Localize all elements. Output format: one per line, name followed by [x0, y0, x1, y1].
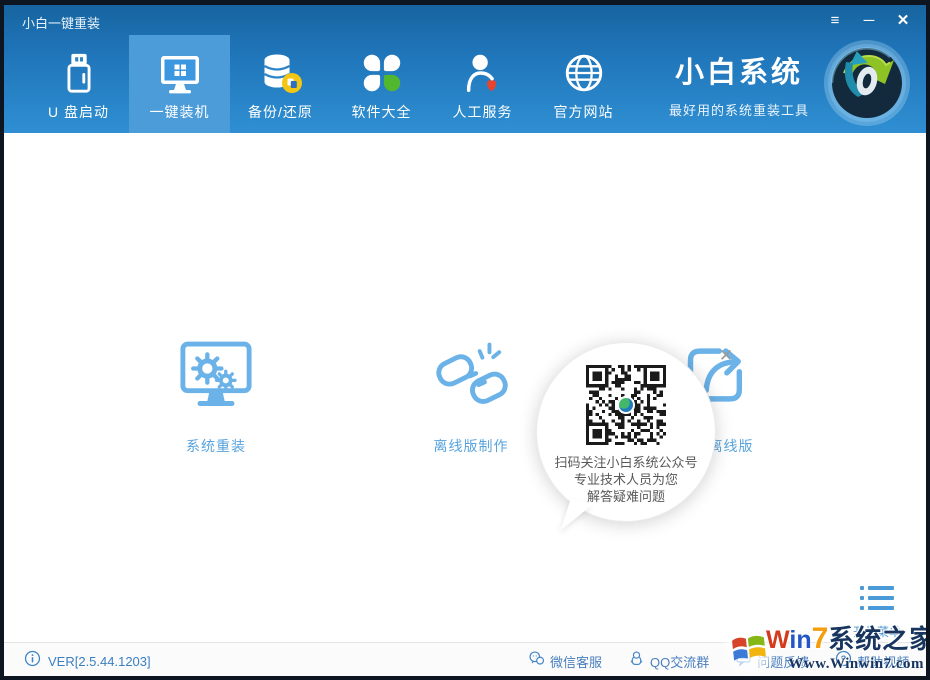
brand-name: 小白系统 — [664, 49, 814, 91]
app-logo-icon — [822, 39, 912, 129]
version-text: VER[2.5.44.1203] — [48, 654, 151, 669]
boot-menu-label: 开机菜单 — [842, 623, 912, 640]
brand-block: 小白系统 最好用的系统重装工具 — [664, 49, 814, 119]
nav-item-backup-restore[interactable]: 备份/还原 — [230, 35, 331, 133]
action-label: 系统重装 — [131, 436, 301, 456]
titlebar: 小白一键重装 ≡ ─ ✕ — [4, 5, 926, 35]
database-backup-icon — [257, 48, 305, 98]
nav-item-manual-service[interactable]: 人工服务 — [432, 35, 533, 133]
menu-icon[interactable]: ≡ — [822, 9, 848, 31]
wechat-service-link[interactable]: 微信客服 — [528, 650, 602, 672]
action-offline-version-create[interactable]: 离线版制作 — [386, 337, 556, 456]
help-question-icon: ? — [835, 650, 852, 672]
nav-item-official-website[interactable]: 官方网站 — [533, 35, 634, 133]
feedback-link[interactable]: 问题反馈 — [735, 650, 809, 672]
feedback-bubble-icon — [735, 650, 752, 672]
qr-center-logo-icon — [617, 396, 635, 414]
svg-text:?: ? — [841, 654, 847, 664]
qr-code — [586, 365, 666, 445]
usb-drive-icon — [56, 48, 102, 98]
qq-icon — [628, 650, 645, 672]
qr-popup-bubble: 扫码关注小白系统公众号 专业技术人员为您 解答疑难问题 — [536, 342, 716, 522]
footer-links: 微信客服 QQ交流群 — [528, 650, 909, 672]
qr-popup-line: 专业技术人员为您 — [554, 471, 697, 488]
nav-label: 软件大全 — [352, 102, 412, 122]
info-icon[interactable] — [24, 650, 41, 672]
app-window: 小白一键重装 ≡ ─ ✕ U 盘启动 — [0, 0, 930, 680]
boot-menu-list-icon — [860, 599, 894, 616]
version-row: VER[2.5.44.1203] — [24, 650, 151, 672]
bubble-close-icon[interactable]: ✕ — [716, 346, 736, 366]
action-system-reinstall[interactable]: 系统重装 — [131, 337, 301, 456]
broken-link-icon — [433, 400, 509, 417]
qq-group-link[interactable]: QQ交流群 — [628, 650, 709, 672]
minimize-icon[interactable]: ─ — [856, 9, 882, 31]
window-title: 小白一键重装 — [22, 13, 100, 32]
nav-label: 官方网站 — [554, 102, 614, 122]
action-label: 离线版制作 — [386, 436, 556, 456]
header: 小白一键重装 ≡ ─ ✕ U 盘启动 — [4, 5, 926, 133]
nav-label: U 盘启动 — [48, 102, 109, 122]
person-heart-icon — [460, 48, 506, 98]
boot-menu-button[interactable]: 开机菜单 — [842, 585, 912, 640]
nav-item-usb-boot[interactable]: U 盘启动 — [28, 35, 129, 133]
nav-label: 一键装机 — [150, 102, 210, 122]
footer-link-label: 帮助视频 — [857, 652, 909, 671]
help-video-link[interactable]: ? 帮助视频 — [835, 650, 909, 672]
main-nav: U 盘启动 一键装机 — [4, 35, 926, 133]
monitor-gears-icon — [178, 400, 254, 417]
footer-link-label: 问题反馈 — [757, 652, 809, 671]
monitor-windows-icon — [156, 48, 204, 98]
window-controls: ≡ ─ ✕ — [822, 9, 916, 31]
nav-item-one-key-install[interactable]: 一键装机 — [129, 35, 230, 133]
brand-slogan: 最好用的系统重装工具 — [664, 100, 814, 119]
close-icon[interactable]: ✕ — [890, 9, 916, 31]
footer: VER[2.5.44.1203] 微信客服 — [4, 642, 926, 676]
wechat-icon — [528, 650, 545, 672]
footer-link-label: QQ交流群 — [650, 652, 709, 671]
qr-popup-line: 扫码关注小白系统公众号 — [554, 454, 697, 471]
footer-link-label: 微信客服 — [550, 652, 602, 671]
nav-label: 备份/还原 — [248, 102, 313, 122]
nav-item-software-collection[interactable]: 软件大全 — [331, 35, 432, 133]
clover-apps-icon — [359, 48, 405, 98]
nav-label: 人工服务 — [453, 102, 513, 122]
globe-icon — [561, 48, 607, 98]
main-content: 系统重装 离线版制作 — [4, 133, 926, 642]
